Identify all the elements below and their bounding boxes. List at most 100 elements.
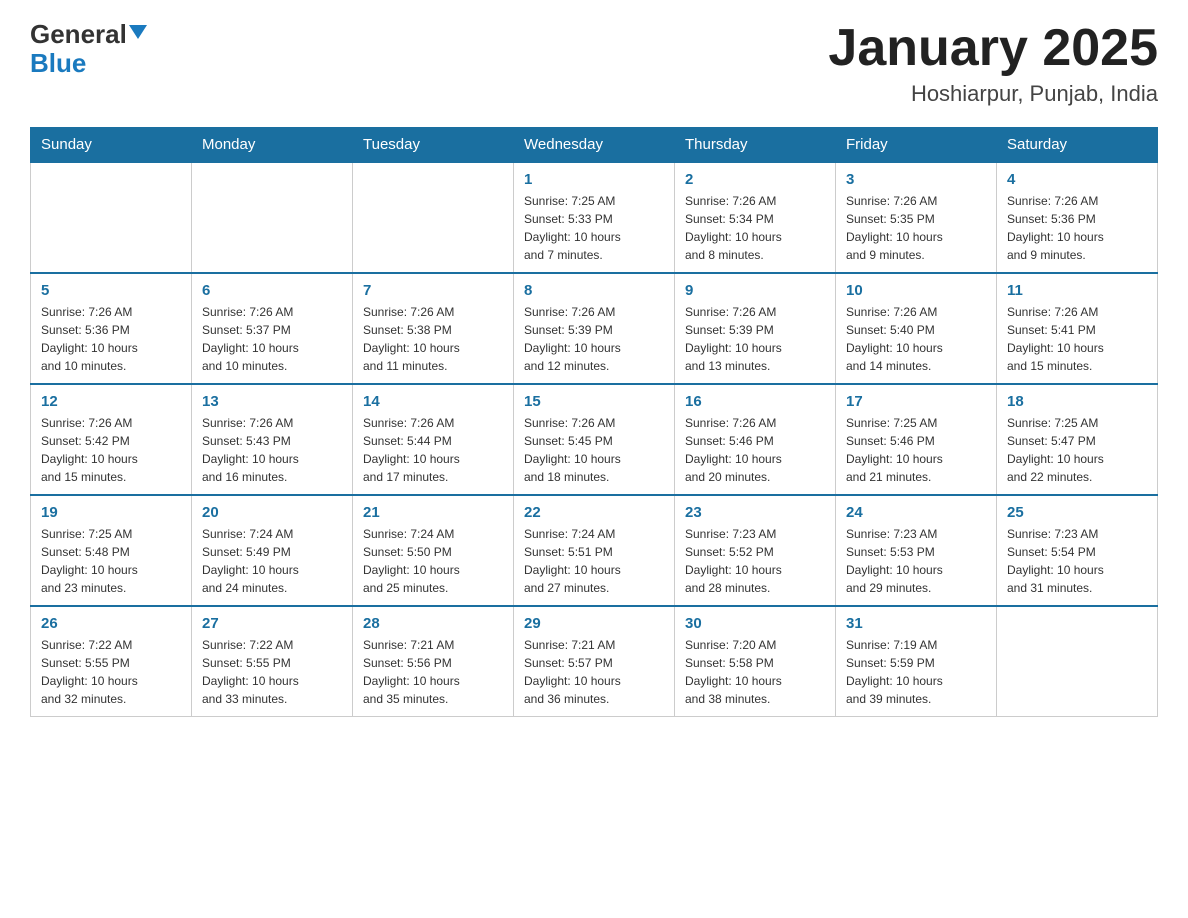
logo-blue-text: Blue xyxy=(30,48,86,78)
day-info: Sunrise: 7:24 AM Sunset: 5:49 PM Dayligh… xyxy=(202,525,342,597)
calendar-cell xyxy=(192,162,353,273)
calendar-cell: 8 Sunrise: 7:26 AM Sunset: 5:39 PM Daylig… xyxy=(514,273,675,384)
day-number: 27 xyxy=(202,615,342,632)
calendar-cell: 29 Sunrise: 7:21 AM Sunset: 5:57 PM Dayli… xyxy=(514,606,675,717)
month-title: January 2025 xyxy=(828,20,1158,77)
week-row-4: 19Sunrise: 7:25 AM Sunset: 5:48 PM Dayli… xyxy=(31,495,1158,606)
calendar-cell: 9 Sunrise: 7:26 AM Sunset: 5:39 PM Daylig… xyxy=(675,273,836,384)
day-number: 28 xyxy=(363,615,503,632)
day-info: Sunrise: 7:24 AM Sunset: 5:51 PM Dayligh… xyxy=(524,525,664,597)
day-info: Sunrise: 7:26 AM Sunset: 5:35 PM Dayligh… xyxy=(846,192,986,264)
calendar-cell: 24 Sunrise: 7:23 AM Sunset: 5:53 PM Dayli… xyxy=(836,495,997,606)
calendar-cell: 7 Sunrise: 7:26 AM Sunset: 5:38 PM Daylig… xyxy=(353,273,514,384)
day-number: 18 xyxy=(1007,393,1147,410)
day-number: 23 xyxy=(685,504,825,521)
day-number: 21 xyxy=(363,504,503,521)
calendar-table: SundayMondayTuesdayWednesdayThursdayFrid… xyxy=(30,127,1158,717)
day-number: 30 xyxy=(685,615,825,632)
day-info: Sunrise: 7:26 AM Sunset: 5:46 PM Dayligh… xyxy=(685,414,825,486)
calendar-cell: 15Sunrise: 7:26 AM Sunset: 5:45 PM Dayli… xyxy=(514,384,675,495)
day-number: 9 xyxy=(685,282,825,299)
calendar-cell: 25 Sunrise: 7:23 AM Sunset: 5:54 PM Dayli… xyxy=(997,495,1158,606)
calendar-cell: 13 Sunrise: 7:26 AM Sunset: 5:43 PM Dayli… xyxy=(192,384,353,495)
day-number: 3 xyxy=(846,171,986,188)
weekday-header-saturday: Saturday xyxy=(997,128,1158,163)
calendar-cell: 10Sunrise: 7:26 AM Sunset: 5:40 PM Dayli… xyxy=(836,273,997,384)
day-info: Sunrise: 7:26 AM Sunset: 5:43 PM Dayligh… xyxy=(202,414,342,486)
day-number: 22 xyxy=(524,504,664,521)
day-info: Sunrise: 7:26 AM Sunset: 5:38 PM Dayligh… xyxy=(363,303,503,375)
day-number: 17 xyxy=(846,393,986,410)
day-number: 31 xyxy=(846,615,986,632)
calendar-cell: 14 Sunrise: 7:26 AM Sunset: 5:44 PM Dayli… xyxy=(353,384,514,495)
calendar-cell: 28 Sunrise: 7:21 AM Sunset: 5:56 PM Dayli… xyxy=(353,606,514,717)
day-info: Sunrise: 7:26 AM Sunset: 5:36 PM Dayligh… xyxy=(41,303,181,375)
calendar-cell: 3 Sunrise: 7:26 AM Sunset: 5:35 PM Daylig… xyxy=(836,162,997,273)
day-info: Sunrise: 7:26 AM Sunset: 5:42 PM Dayligh… xyxy=(41,414,181,486)
day-info: Sunrise: 7:25 AM Sunset: 5:47 PM Dayligh… xyxy=(1007,414,1147,486)
day-info: Sunrise: 7:25 AM Sunset: 5:33 PM Dayligh… xyxy=(524,192,664,264)
weekday-header-friday: Friday xyxy=(836,128,997,163)
weekday-header-sunday: Sunday xyxy=(31,128,192,163)
day-number: 29 xyxy=(524,615,664,632)
logo-triangle-icon xyxy=(129,25,147,39)
weekday-header-monday: Monday xyxy=(192,128,353,163)
day-info: Sunrise: 7:21 AM Sunset: 5:56 PM Dayligh… xyxy=(363,636,503,708)
calendar-cell: 21 Sunrise: 7:24 AM Sunset: 5:50 PM Dayli… xyxy=(353,495,514,606)
calendar-cell: 4Sunrise: 7:26 AM Sunset: 5:36 PM Daylig… xyxy=(997,162,1158,273)
week-row-3: 12 Sunrise: 7:26 AM Sunset: 5:42 PM Dayli… xyxy=(31,384,1158,495)
calendar-cell xyxy=(353,162,514,273)
logo: General Blue xyxy=(30,20,147,77)
calendar-cell: 1 Sunrise: 7:25 AM Sunset: 5:33 PM Daylig… xyxy=(514,162,675,273)
day-number: 24 xyxy=(846,504,986,521)
day-info: Sunrise: 7:26 AM Sunset: 5:41 PM Dayligh… xyxy=(1007,303,1147,375)
day-info: Sunrise: 7:22 AM Sunset: 5:55 PM Dayligh… xyxy=(202,636,342,708)
day-number: 5 xyxy=(41,282,181,299)
day-info: Sunrise: 7:25 AM Sunset: 5:48 PM Dayligh… xyxy=(41,525,181,597)
day-number: 12 xyxy=(41,393,181,410)
logo-general-text: General xyxy=(30,20,127,49)
day-info: Sunrise: 7:26 AM Sunset: 5:37 PM Dayligh… xyxy=(202,303,342,375)
calendar-cell: 26 Sunrise: 7:22 AM Sunset: 5:55 PM Dayli… xyxy=(31,606,192,717)
day-number: 25 xyxy=(1007,504,1147,521)
day-info: Sunrise: 7:26 AM Sunset: 5:39 PM Dayligh… xyxy=(685,303,825,375)
weekday-header-wednesday: Wednesday xyxy=(514,128,675,163)
day-number: 8 xyxy=(524,282,664,299)
day-info: Sunrise: 7:22 AM Sunset: 5:55 PM Dayligh… xyxy=(41,636,181,708)
day-number: 1 xyxy=(524,171,664,188)
calendar-cell: 30Sunrise: 7:20 AM Sunset: 5:58 PM Dayli… xyxy=(675,606,836,717)
day-info: Sunrise: 7:21 AM Sunset: 5:57 PM Dayligh… xyxy=(524,636,664,708)
calendar-cell: 23Sunrise: 7:23 AM Sunset: 5:52 PM Dayli… xyxy=(675,495,836,606)
calendar-cell: 27 Sunrise: 7:22 AM Sunset: 5:55 PM Dayli… xyxy=(192,606,353,717)
day-number: 13 xyxy=(202,393,342,410)
day-info: Sunrise: 7:26 AM Sunset: 5:44 PM Dayligh… xyxy=(363,414,503,486)
day-info: Sunrise: 7:23 AM Sunset: 5:54 PM Dayligh… xyxy=(1007,525,1147,597)
day-info: Sunrise: 7:26 AM Sunset: 5:39 PM Dayligh… xyxy=(524,303,664,375)
day-number: 11 xyxy=(1007,282,1147,299)
day-info: Sunrise: 7:25 AM Sunset: 5:46 PM Dayligh… xyxy=(846,414,986,486)
calendar-cell xyxy=(31,162,192,273)
day-number: 2 xyxy=(685,171,825,188)
weekday-header-thursday: Thursday xyxy=(675,128,836,163)
calendar-cell: 5 Sunrise: 7:26 AM Sunset: 5:36 PM Daylig… xyxy=(31,273,192,384)
calendar-cell: 11 Sunrise: 7:26 AM Sunset: 5:41 PM Dayli… xyxy=(997,273,1158,384)
day-info: Sunrise: 7:23 AM Sunset: 5:53 PM Dayligh… xyxy=(846,525,986,597)
title-block: January 2025 Hoshiarpur, Punjab, India xyxy=(828,20,1158,107)
calendar-cell: 18 Sunrise: 7:25 AM Sunset: 5:47 PM Dayli… xyxy=(997,384,1158,495)
week-row-1: 1 Sunrise: 7:25 AM Sunset: 5:33 PM Daylig… xyxy=(31,162,1158,273)
calendar-cell: 31Sunrise: 7:19 AM Sunset: 5:59 PM Dayli… xyxy=(836,606,997,717)
day-number: 20 xyxy=(202,504,342,521)
day-number: 14 xyxy=(363,393,503,410)
calendar-cell: 17 Sunrise: 7:25 AM Sunset: 5:46 PM Dayli… xyxy=(836,384,997,495)
day-number: 15 xyxy=(524,393,664,410)
calendar-cell: 12 Sunrise: 7:26 AM Sunset: 5:42 PM Dayli… xyxy=(31,384,192,495)
calendar-cell: 19Sunrise: 7:25 AM Sunset: 5:48 PM Dayli… xyxy=(31,495,192,606)
calendar-cell: 2Sunrise: 7:26 AM Sunset: 5:34 PM Daylig… xyxy=(675,162,836,273)
day-number: 26 xyxy=(41,615,181,632)
page-header: General Blue January 2025 Hoshiarpur, Pu… xyxy=(30,20,1158,107)
day-info: Sunrise: 7:26 AM Sunset: 5:40 PM Dayligh… xyxy=(846,303,986,375)
day-info: Sunrise: 7:24 AM Sunset: 5:50 PM Dayligh… xyxy=(363,525,503,597)
week-row-2: 5 Sunrise: 7:26 AM Sunset: 5:36 PM Daylig… xyxy=(31,273,1158,384)
day-number: 7 xyxy=(363,282,503,299)
calendar-cell xyxy=(997,606,1158,717)
